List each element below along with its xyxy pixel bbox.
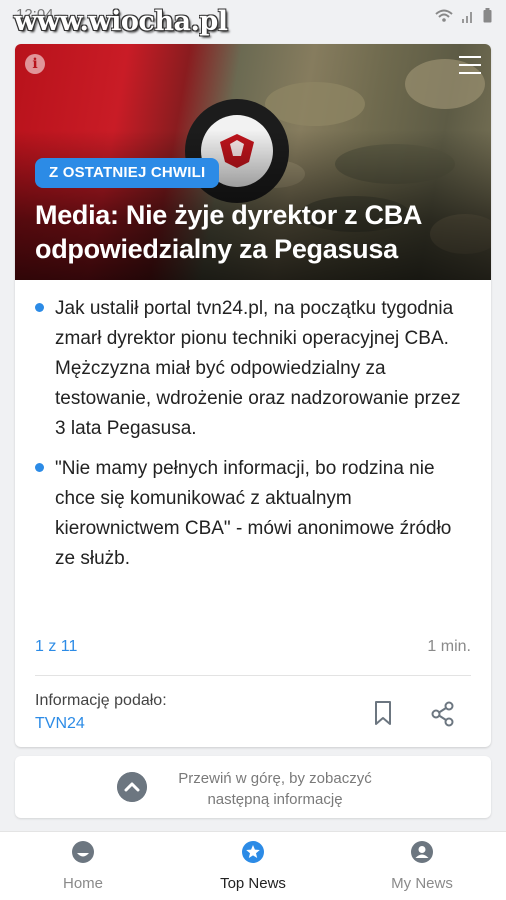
info-icon[interactable]: i <box>25 54 45 74</box>
divider <box>35 675 471 676</box>
star-icon <box>242 841 264 863</box>
chevron-up-icon[interactable] <box>117 772 147 802</box>
status-bar: 12:04 www.wiocha.pl <box>0 0 506 37</box>
nav-item-my-news[interactable]: My News <box>362 840 482 892</box>
bullet-list: Jak ustalił portal tvn24.pl, na początku… <box>35 294 475 584</box>
bookmark-icon[interactable] <box>371 699 395 727</box>
pager: 1 z 11 <box>35 638 78 655</box>
share-icon[interactable] <box>429 700 457 728</box>
scroll-up-hint[interactable]: Przewiń w górę, by zobaczyć następną inf… <box>15 756 491 818</box>
source-link[interactable]: TVN24 <box>35 715 85 733</box>
bullet-text: "Nie mamy pełnych informacji, bo rodzina… <box>55 458 452 569</box>
headline[interactable]: Media: Nie żyje dyrektor z CBA odpowiedz… <box>35 198 480 266</box>
menu-icon[interactable] <box>459 56 481 74</box>
bullet-dot-icon <box>35 303 44 312</box>
list-item: "Nie mamy pełnych informacji, bo rodzina… <box>35 454 475 574</box>
bullet-dot-icon <box>35 463 44 472</box>
bottom-nav: Home Top News My News <box>0 831 506 900</box>
wifi-icon <box>435 9 453 22</box>
source-label: Informację podało: <box>35 692 167 709</box>
smile-icon <box>72 841 94 863</box>
list-item: Jak ustalił portal tvn24.pl, na początku… <box>35 294 475 444</box>
signal-icon <box>462 11 472 23</box>
read-time: 1 min. <box>427 638 471 655</box>
bullet-text: Jak ustalił portal tvn24.pl, na początku… <box>55 298 461 439</box>
status-icons <box>435 8 492 23</box>
breaking-badge: Z OSTATNIEJ CHWILI <box>35 158 220 188</box>
scroll-hint-text: Przewiń w górę, by zobaczyć następną inf… <box>178 770 372 808</box>
nav-label: My News <box>391 875 453 892</box>
nav-label: Home <box>62 875 103 892</box>
hero-image: i Z OSTATNIEJ CHWILI Media: Nie żyje dyr… <box>15 44 491 280</box>
user-icon <box>411 841 433 863</box>
nav-item-top-news[interactable]: Top News <box>193 840 313 892</box>
nav-item-home[interactable]: Home <box>23 840 143 892</box>
watermark: www.wiocha.pl <box>14 6 228 37</box>
battery-icon <box>483 8 492 23</box>
news-card: i Z OSTATNIEJ CHWILI Media: Nie żyje dyr… <box>15 44 491 747</box>
nav-label: Top News <box>220 875 286 892</box>
